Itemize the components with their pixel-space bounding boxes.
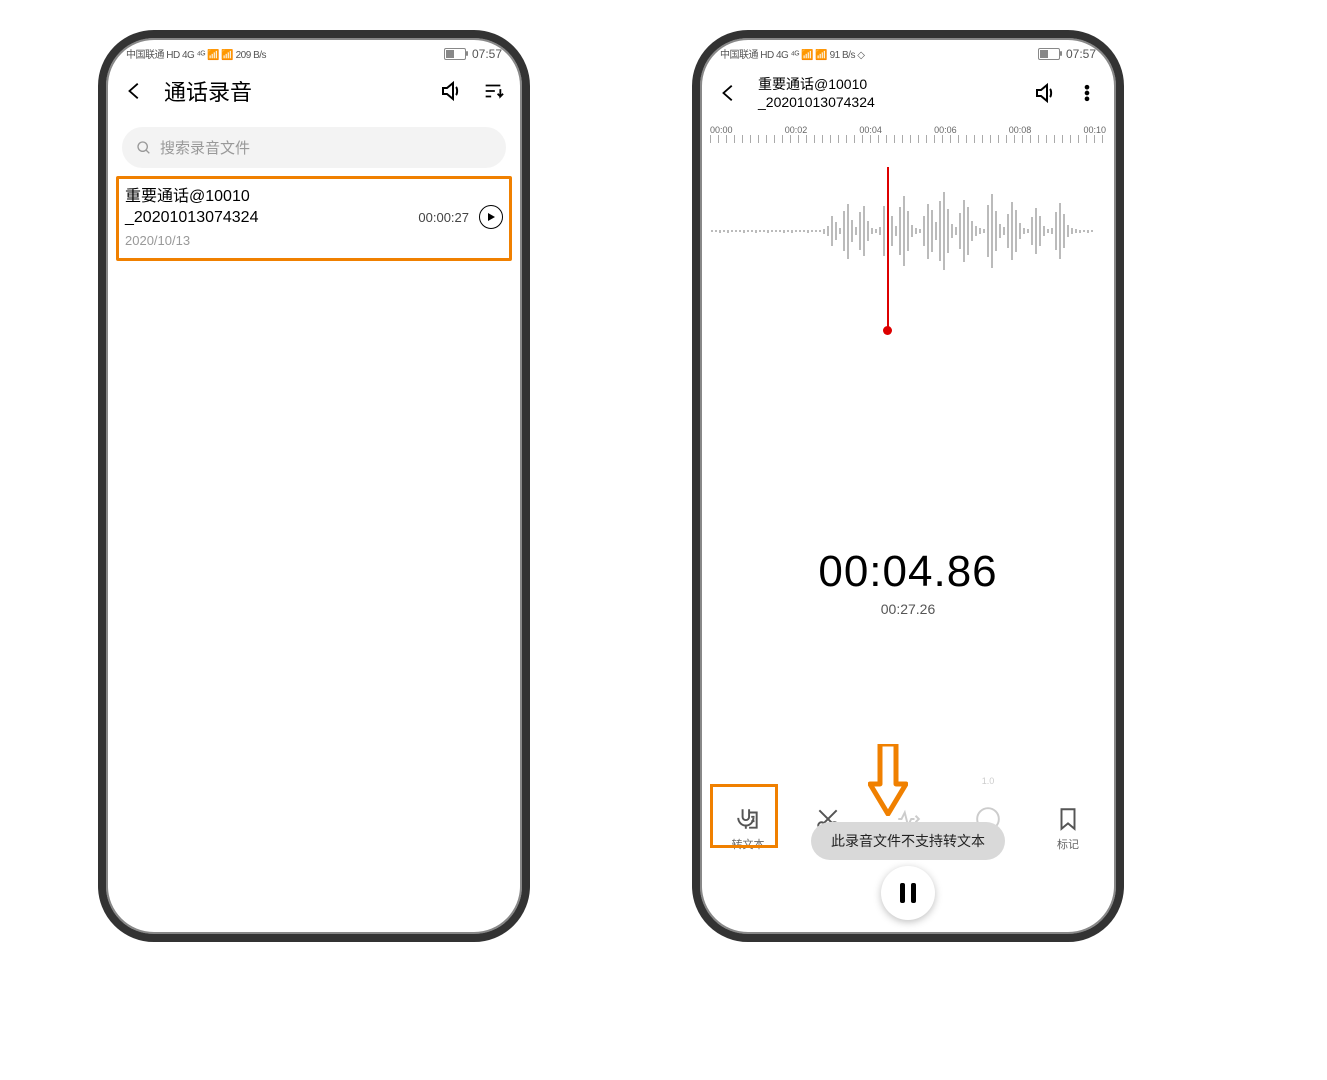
phone-right: 中国联通 HD 4G ⁴ᴳ 📶 📶 91 B/s ◇ 07:57 重要通话@10… (692, 30, 1124, 942)
status-carrier: 中国联通 HD 4G ⁴ᴳ 📶 📶 209 B/s (126, 46, 266, 61)
phone-left: 中国联通 HD 4G ⁴ᴳ 📶 📶 209 B/s 07:57 通话录音 搜索录… (98, 30, 530, 942)
battery-icon (1038, 48, 1060, 60)
volume-button (1122, 238, 1124, 318)
sort-icon[interactable] (480, 78, 506, 104)
search-placeholder: 搜索录音文件 (160, 137, 250, 158)
volume-button (528, 238, 530, 318)
waveform-area[interactable] (700, 147, 1116, 327)
power-button (692, 298, 694, 408)
header: 重要通话@10010_20201013074324 (700, 61, 1116, 125)
total-time: 00:27.26 (700, 601, 1116, 617)
toast-message: 此录音文件不支持转文本 (811, 822, 1005, 860)
status-carrier: 中国联通 HD 4G ⁴ᴳ 📶 📶 91 B/s ◇ (720, 46, 864, 61)
status-bar: 中国联通 HD 4G ⁴ᴳ 📶 📶 91 B/s ◇ 07:57 (700, 38, 1116, 61)
header: 通话录音 (106, 61, 522, 121)
power-button (98, 298, 100, 408)
status-bar: 中国联通 HD 4G ⁴ᴳ 📶 📶 209 B/s 07:57 (106, 38, 522, 61)
back-icon[interactable] (716, 80, 742, 106)
recording-duration: 00:00:27 (418, 210, 469, 225)
bookmark-button[interactable]: 标记 (1038, 806, 1098, 852)
elapsed-time: 00:04.86 (700, 547, 1116, 597)
search-icon (136, 140, 152, 156)
status-time: 07:57 (472, 47, 502, 61)
time-ruler: 00:00 00:02 00:04 00:06 00:08 00:10 (700, 125, 1116, 135)
volume-button (1122, 328, 1124, 408)
play-icon[interactable] (479, 205, 503, 229)
page-title: 通话录音 (164, 75, 422, 107)
arrow-annotation (868, 744, 908, 816)
status-time: 07:57 (1066, 47, 1096, 61)
playhead[interactable] (887, 167, 889, 327)
back-icon[interactable] (122, 78, 148, 104)
ruler-ticks (710, 135, 1106, 143)
pause-button[interactable] (881, 866, 935, 920)
highlight-transcribe (710, 784, 778, 848)
waveform (710, 171, 1106, 291)
speaker-icon[interactable] (438, 78, 464, 104)
page-title: 重要通话@10010_20201013074324 (758, 75, 1016, 111)
recording-date: 2020/10/13 (125, 233, 418, 248)
battery-icon (444, 48, 466, 60)
recording-list-item[interactable]: 重要通话@10010 _20201013074324 2020/10/13 00… (116, 176, 512, 261)
recording-name: 重要通话@10010 _20201013074324 (125, 187, 418, 229)
volume-button (528, 328, 530, 408)
more-icon[interactable] (1074, 80, 1100, 106)
search-input[interactable]: 搜索录音文件 (122, 127, 506, 168)
speaker-icon[interactable] (1032, 80, 1058, 106)
